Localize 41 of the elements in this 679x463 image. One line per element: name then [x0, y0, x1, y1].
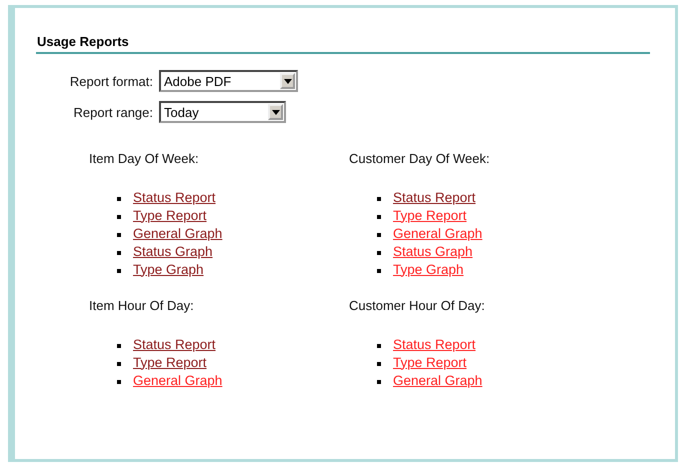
report-link[interactable]: Status Report — [133, 190, 216, 204]
bullet-icon — [117, 250, 121, 254]
bullet-icon — [117, 362, 121, 366]
group-heading: Customer Hour Of Day: — [349, 298, 486, 313]
report-link[interactable]: General Graph — [393, 372, 482, 388]
report-link[interactable]: General Graph — [133, 226, 222, 240]
bullet-icon — [117, 268, 121, 272]
section-title: Usage Reports — [36, 34, 650, 54]
dropdown[interactable]: Today — [159, 101, 286, 123]
bullet-icon — [377, 214, 381, 218]
report-link[interactable]: Status Report — [393, 190, 476, 204]
report-link[interactable]: Status Graph — [393, 244, 473, 258]
report-link[interactable]: Status Report — [393, 336, 476, 352]
report-link[interactable]: Type Graph — [393, 262, 464, 276]
bullet-icon — [377, 380, 381, 384]
report-link[interactable]: Type Report — [393, 208, 467, 222]
group-heading: Item Hour Of Day: — [89, 298, 195, 313]
report-link[interactable]: General Graph — [133, 372, 222, 388]
bullet-icon — [377, 250, 381, 254]
group-heading: Item Day Of Week: — [89, 151, 200, 166]
bullet-icon — [117, 214, 121, 218]
report-link[interactable]: Type Graph — [133, 262, 204, 276]
report-link[interactable]: Type Report — [393, 354, 467, 370]
bullet-icon — [377, 344, 381, 348]
field-label: Report range: — [72, 104, 153, 120]
report-link[interactable]: Status Report — [133, 336, 216, 352]
bullet-icon — [377, 362, 381, 366]
bullet-icon — [377, 232, 381, 236]
bullet-icon — [117, 380, 121, 384]
report-link[interactable]: General Graph — [393, 226, 482, 240]
bullet-icon — [117, 232, 121, 236]
bullet-icon — [377, 268, 381, 272]
report-link[interactable]: Type Report — [133, 354, 207, 370]
bullet-icon — [377, 196, 381, 200]
bullet-icon — [117, 344, 121, 348]
bullet-icon — [117, 196, 121, 200]
group-heading: Customer Day Of Week: — [349, 151, 491, 166]
report-link[interactable]: Status Graph — [133, 244, 213, 258]
field-label: Report format: — [68, 74, 153, 88]
report-link[interactable]: Type Report — [133, 208, 207, 222]
dropdown[interactable]: Adobe PDF — [159, 70, 298, 92]
